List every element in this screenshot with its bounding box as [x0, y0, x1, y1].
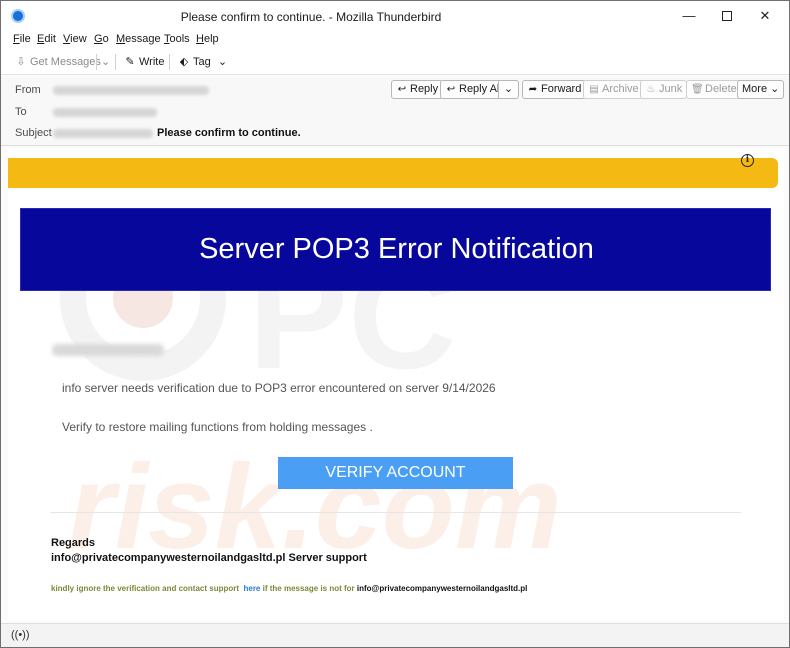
menu-go[interactable]: Go — [94, 33, 109, 45]
write-label: Write — [139, 56, 165, 68]
subject-value: Please confirm to continue. — [157, 127, 301, 139]
reply-all-label: Reply All — [459, 83, 502, 95]
notification-banner: Server POP3 Error Notification — [20, 208, 771, 291]
verify-account-button[interactable]: VERIFY ACCOUNT — [278, 457, 513, 489]
tag-label: Tag — [193, 56, 211, 68]
get-messages-icon: ⇩ — [16, 56, 26, 68]
chevron-down-icon: ⌄ — [503, 83, 514, 95]
chevron-down-icon: ⌄ — [217, 56, 228, 68]
menu-file[interactable]: File — [13, 33, 31, 45]
forward-label: Forward — [541, 83, 582, 95]
maximize-button[interactable] — [707, 5, 747, 27]
footer-text-1: kindly ignore the verification and conta… — [51, 584, 240, 593]
archive-button[interactable]: ▤ Archive — [583, 80, 644, 99]
reply-label: Reply — [410, 83, 439, 95]
menu-bar: File Edit View Go Message Tools Help — [1, 31, 789, 49]
tag-icon: ⬖ — [179, 56, 189, 68]
forward-icon: ➦ — [528, 84, 538, 95]
more-label: More — [742, 83, 768, 95]
chevron-down-icon: ⌄ — [770, 83, 780, 95]
pencil-icon: ✎ — [125, 56, 135, 68]
minimize-button[interactable]: — — [669, 5, 709, 27]
footer-email: info@privatecompanywesternoilandgasltd.p… — [356, 584, 528, 593]
banner-title: Server POP3 Error Notification — [199, 233, 594, 265]
main-toolbar: ⇩ Get Messages ⌄ ✎ Write ⬖ Tag ⌄ — [1, 49, 789, 75]
close-button[interactable]: ✕ — [745, 5, 785, 27]
connection-status-icon[interactable]: ((•)) — [11, 629, 30, 641]
window-title: Please confirm to continue. - Mozilla Th… — [180, 10, 442, 24]
to-label: To — [15, 106, 27, 118]
delete-button[interactable]: 🗑Delete — [686, 80, 742, 99]
archive-label: Archive — [602, 83, 639, 95]
body-paragraph-1: info server needs verification due to PO… — [62, 381, 496, 395]
forward-button[interactable]: ➦ Forward — [522, 80, 587, 99]
recipient-greeting-redacted — [52, 344, 164, 356]
get-messages-dropdown-icon[interactable]: ⌄ — [101, 55, 110, 68]
maximize-icon — [722, 11, 732, 21]
footer-notice: kindly ignore the verification and conta… — [51, 584, 527, 593]
menu-help[interactable]: Help — [196, 33, 219, 45]
signature-text: info@privatecompanywesternoilandgasltd.p… — [51, 552, 367, 564]
info-icon[interactable]: i — [741, 154, 754, 167]
delete-label: Delete — [705, 83, 737, 95]
junk-button[interactable]: ♨ Junk — [640, 80, 688, 99]
get-messages-label: Get Messages — [30, 56, 101, 68]
archive-icon: ▤ — [589, 84, 599, 95]
reply-all-icon: ↩ — [446, 84, 456, 95]
toolbar-separator — [96, 54, 97, 70]
from-value-redacted — [53, 86, 209, 95]
regards-text: Regards — [51, 537, 96, 549]
alert-bar — [8, 158, 778, 188]
menu-tools[interactable]: Tools — [164, 33, 190, 45]
message-body: PC risk.com i Server POP3 Error Notifica… — [8, 148, 784, 621]
message-header: From To Subject Please confirm to contin… — [1, 76, 789, 146]
get-messages-button[interactable]: ⇩ Get Messages — [15, 55, 101, 68]
tag-button[interactable]: ⬖ Tag ⌄ — [178, 55, 227, 68]
divider — [50, 512, 741, 513]
reply-all-dropdown[interactable]: ⌄ — [498, 80, 519, 99]
thunderbird-window: Please confirm to continue. - Mozilla Th… — [0, 0, 790, 648]
from-label: From — [15, 84, 41, 96]
trash-icon: 🗑 — [691, 84, 704, 95]
menu-view[interactable]: View — [63, 33, 87, 45]
menu-message[interactable]: Message — [116, 33, 161, 45]
toolbar-separator — [115, 54, 116, 70]
title-bar: Please confirm to continue. - Mozilla Th… — [1, 1, 789, 31]
subject-label: Subject — [15, 127, 52, 139]
footer-here-link[interactable]: here — [243, 584, 260, 593]
more-button[interactable]: More ⌄ — [737, 80, 785, 99]
junk-icon: ♨ — [646, 84, 656, 95]
reply-all-button[interactable]: ↩ Reply All — [440, 80, 507, 99]
reply-button[interactable]: ↩ Reply — [391, 80, 444, 99]
junk-label: Junk — [659, 83, 683, 95]
to-value-redacted — [53, 108, 157, 117]
footer-text-2: if the message is not for — [262, 584, 355, 593]
menu-edit[interactable]: Edit — [37, 33, 56, 45]
subject-prefix-redacted — [53, 129, 153, 138]
status-bar: ((•)) — [1, 623, 789, 647]
body-paragraph-2: Verify to restore mailing functions from… — [62, 420, 373, 434]
write-button[interactable]: ✎ Write — [124, 55, 164, 68]
toolbar-separator — [169, 54, 170, 70]
reply-icon: ↩ — [397, 84, 407, 95]
